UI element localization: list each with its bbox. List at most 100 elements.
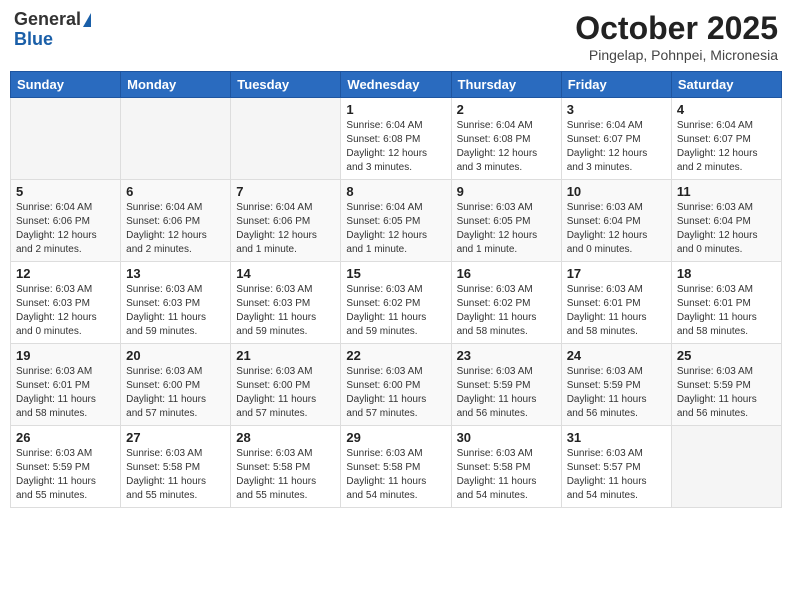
- day-info: Sunrise: 6:03 AM Sunset: 6:05 PM Dayligh…: [457, 201, 556, 257]
- day-info: Sunrise: 6:03 AM Sunset: 6:00 PM Dayligh…: [236, 365, 335, 421]
- day-info: Sunrise: 6:03 AM Sunset: 6:03 PM Dayligh…: [236, 283, 335, 339]
- calendar-cell: 14 Sunrise: 6:03 AM Sunset: 6:03 PM Dayli…: [231, 262, 341, 344]
- day-info: Sunrise: 6:03 AM Sunset: 6:03 PM Dayligh…: [16, 283, 115, 339]
- day-number: 29: [346, 430, 445, 445]
- calendar-cell: 26Sunrise: 6:03 AM Sunset: 5:59 PM Dayli…: [11, 426, 121, 508]
- calendar-cell: 28 Sunrise: 6:03 AM Sunset: 5:58 PM Dayli…: [231, 426, 341, 508]
- day-info: Sunrise: 6:03 AM Sunset: 6:04 PM Dayligh…: [677, 201, 776, 257]
- calendar-cell: 4 Sunrise: 6:04 AM Sunset: 6:07 PM Daylig…: [671, 98, 781, 180]
- day-info: Sunrise: 6:03 AM Sunset: 6:03 PM Dayligh…: [126, 283, 225, 339]
- calendar-cell: 7 Sunrise: 6:04 AM Sunset: 6:06 PM Daylig…: [231, 180, 341, 262]
- calendar-cell: 9Sunrise: 6:03 AM Sunset: 6:05 PM Daylig…: [451, 180, 561, 262]
- weekday-header: Tuesday: [231, 72, 341, 98]
- weekday-header: Thursday: [451, 72, 561, 98]
- day-info: Sunrise: 6:04 AM Sunset: 6:08 PM Dayligh…: [346, 119, 445, 175]
- day-number: 26: [16, 430, 115, 445]
- weekday-header: Saturday: [671, 72, 781, 98]
- day-info: Sunrise: 6:04 AM Sunset: 6:08 PM Dayligh…: [457, 119, 556, 175]
- day-number: 23: [457, 348, 556, 363]
- month-title: October 2025: [575, 10, 778, 47]
- calendar-cell: [671, 426, 781, 508]
- day-number: 28: [236, 430, 335, 445]
- day-number: 12: [16, 266, 115, 281]
- calendar-cell: 21Sunrise: 6:03 AM Sunset: 6:00 PM Dayli…: [231, 344, 341, 426]
- day-info: Sunrise: 6:03 AM Sunset: 6:00 PM Dayligh…: [346, 365, 445, 421]
- logo-triangle-icon: [83, 13, 91, 27]
- day-info: Sunrise: 6:03 AM Sunset: 6:01 PM Dayligh…: [16, 365, 115, 421]
- calendar-cell: 25 Sunrise: 6:03 AM Sunset: 5:59 PM Dayli…: [671, 344, 781, 426]
- day-number: 4: [677, 102, 776, 117]
- day-number: 25: [677, 348, 776, 363]
- calendar-cell: 2 Sunrise: 6:04 AM Sunset: 6:08 PM Daylig…: [451, 98, 561, 180]
- calendar-cell: 6Sunrise: 6:04 AM Sunset: 6:06 PM Daylig…: [121, 180, 231, 262]
- calendar-cell: 16Sunrise: 6:03 AM Sunset: 6:02 PM Dayli…: [451, 262, 561, 344]
- day-number: 17: [567, 266, 666, 281]
- page-header: General Blue October 2025 Pingelap, Pohn…: [10, 10, 782, 63]
- day-number: 18: [677, 266, 776, 281]
- day-number: 2: [457, 102, 556, 117]
- weekday-header: Monday: [121, 72, 231, 98]
- calendar-table: SundayMondayTuesdayWednesdayThursdayFrid…: [10, 71, 782, 508]
- calendar-cell: 5 Sunrise: 6:04 AM Sunset: 6:06 PM Daylig…: [11, 180, 121, 262]
- calendar-week-row: 26Sunrise: 6:03 AM Sunset: 5:59 PM Dayli…: [11, 426, 782, 508]
- calendar-header-row: SundayMondayTuesdayWednesdayThursdayFrid…: [11, 72, 782, 98]
- calendar-week-row: 12 Sunrise: 6:03 AM Sunset: 6:03 PM Dayli…: [11, 262, 782, 344]
- day-number: 8: [346, 184, 445, 199]
- weekday-header: Wednesday: [341, 72, 451, 98]
- day-info: Sunrise: 6:03 AM Sunset: 5:58 PM Dayligh…: [457, 447, 556, 503]
- calendar-cell: 1Sunrise: 6:04 AM Sunset: 6:08 PM Daylig…: [341, 98, 451, 180]
- calendar-cell: 22 Sunrise: 6:03 AM Sunset: 6:00 PM Dayli…: [341, 344, 451, 426]
- day-info: Sunrise: 6:03 AM Sunset: 6:04 PM Dayligh…: [567, 201, 666, 257]
- day-number: 14: [236, 266, 335, 281]
- calendar-cell: 27 Sunrise: 6:03 AM Sunset: 5:58 PM Dayli…: [121, 426, 231, 508]
- calendar-cell: 8 Sunrise: 6:04 AM Sunset: 6:05 PM Daylig…: [341, 180, 451, 262]
- day-number: 31: [567, 430, 666, 445]
- day-info: Sunrise: 6:04 AM Sunset: 6:07 PM Dayligh…: [677, 119, 776, 175]
- day-info: Sunrise: 6:03 AM Sunset: 5:59 PM Dayligh…: [677, 365, 776, 421]
- day-info: Sunrise: 6:03 AM Sunset: 6:02 PM Dayligh…: [457, 283, 556, 339]
- calendar-cell: 11Sunrise: 6:03 AM Sunset: 6:04 PM Dayli…: [671, 180, 781, 262]
- day-number: 15: [346, 266, 445, 281]
- calendar-cell: [231, 98, 341, 180]
- day-info: Sunrise: 6:03 AM Sunset: 5:57 PM Dayligh…: [567, 447, 666, 503]
- day-info: Sunrise: 6:04 AM Sunset: 6:05 PM Dayligh…: [346, 201, 445, 257]
- day-number: 30: [457, 430, 556, 445]
- day-info: Sunrise: 6:03 AM Sunset: 6:01 PM Dayligh…: [567, 283, 666, 339]
- calendar-cell: 30 Sunrise: 6:03 AM Sunset: 5:58 PM Dayli…: [451, 426, 561, 508]
- day-number: 24: [567, 348, 666, 363]
- calendar-cell: 20Sunrise: 6:03 AM Sunset: 6:00 PM Dayli…: [121, 344, 231, 426]
- day-number: 20: [126, 348, 225, 363]
- calendar-cell: [121, 98, 231, 180]
- day-info: Sunrise: 6:03 AM Sunset: 5:58 PM Dayligh…: [126, 447, 225, 503]
- calendar-cell: [11, 98, 121, 180]
- day-number: 10: [567, 184, 666, 199]
- calendar-cell: 15Sunrise: 6:03 AM Sunset: 6:02 PM Dayli…: [341, 262, 451, 344]
- day-number: 19: [16, 348, 115, 363]
- calendar-cell: 24Sunrise: 6:03 AM Sunset: 5:59 PM Dayli…: [561, 344, 671, 426]
- calendar-week-row: 1Sunrise: 6:04 AM Sunset: 6:08 PM Daylig…: [11, 98, 782, 180]
- calendar-cell: 3 Sunrise: 6:04 AM Sunset: 6:07 PM Daylig…: [561, 98, 671, 180]
- day-number: 27: [126, 430, 225, 445]
- calendar-week-row: 5 Sunrise: 6:04 AM Sunset: 6:06 PM Daylig…: [11, 180, 782, 262]
- day-info: Sunrise: 6:03 AM Sunset: 5:58 PM Dayligh…: [236, 447, 335, 503]
- day-info: Sunrise: 6:03 AM Sunset: 5:58 PM Dayligh…: [346, 447, 445, 503]
- calendar-cell: 31 Sunrise: 6:03 AM Sunset: 5:57 PM Dayli…: [561, 426, 671, 508]
- calendar-cell: 12 Sunrise: 6:03 AM Sunset: 6:03 PM Dayli…: [11, 262, 121, 344]
- calendar-cell: 10 Sunrise: 6:03 AM Sunset: 6:04 PM Dayli…: [561, 180, 671, 262]
- day-info: Sunrise: 6:04 AM Sunset: 6:07 PM Dayligh…: [567, 119, 666, 175]
- calendar-cell: 29 Sunrise: 6:03 AM Sunset: 5:58 PM Dayli…: [341, 426, 451, 508]
- title-section: October 2025 Pingelap, Pohnpei, Micrones…: [575, 10, 778, 63]
- logo: General Blue: [14, 10, 91, 50]
- day-info: Sunrise: 6:03 AM Sunset: 6:01 PM Dayligh…: [677, 283, 776, 339]
- day-number: 7: [236, 184, 335, 199]
- day-info: Sunrise: 6:03 AM Sunset: 5:59 PM Dayligh…: [457, 365, 556, 421]
- day-number: 13: [126, 266, 225, 281]
- day-number: 22: [346, 348, 445, 363]
- calendar-cell: 18 Sunrise: 6:03 AM Sunset: 6:01 PM Dayli…: [671, 262, 781, 344]
- day-number: 5: [16, 184, 115, 199]
- day-number: 3: [567, 102, 666, 117]
- day-info: Sunrise: 6:04 AM Sunset: 6:06 PM Dayligh…: [16, 201, 115, 257]
- calendar-cell: 19 Sunrise: 6:03 AM Sunset: 6:01 PM Dayli…: [11, 344, 121, 426]
- day-info: Sunrise: 6:04 AM Sunset: 6:06 PM Dayligh…: [236, 201, 335, 257]
- calendar-week-row: 19 Sunrise: 6:03 AM Sunset: 6:01 PM Dayli…: [11, 344, 782, 426]
